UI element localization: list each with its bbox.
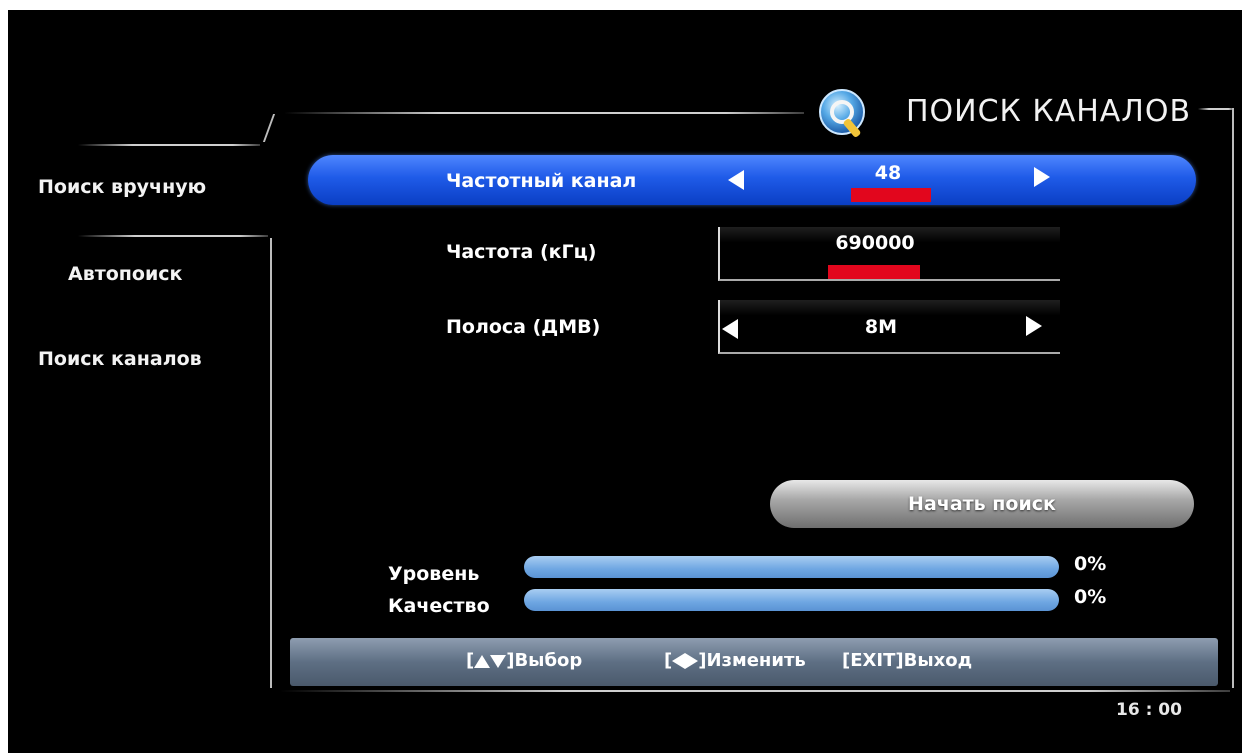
help-change-open: [ bbox=[664, 650, 673, 671]
frame-line-left-top bbox=[78, 144, 260, 146]
help-select: [ ]Выбор bbox=[466, 650, 582, 671]
start-search-button[interactable]: Начать поиск bbox=[770, 480, 1194, 528]
help-exit: [EXIT]Выход bbox=[842, 650, 973, 671]
bandwidth-label: Полоса (ДМВ) bbox=[446, 316, 601, 338]
channel-label: Частотный канал bbox=[446, 170, 637, 192]
tv-screen: ПОИСК КАНАЛОВ Поиск вручную Автопоиск По… bbox=[8, 10, 1242, 753]
down-arrow-icon bbox=[490, 654, 507, 668]
level-percent: 0% bbox=[1074, 553, 1107, 575]
left-arrow-icon bbox=[672, 653, 686, 669]
clock: 16 : 00 bbox=[1116, 700, 1182, 720]
level-meter bbox=[524, 556, 1059, 578]
right-arrow-icon bbox=[685, 653, 699, 669]
search-magnifier-icon bbox=[819, 89, 865, 138]
frequency-value: 690000 bbox=[835, 232, 915, 254]
frame-line-top bbox=[284, 112, 804, 114]
quality-percent: 0% bbox=[1074, 586, 1107, 608]
help-change-label: ]Изменить bbox=[698, 650, 806, 671]
bandwidth-next-arrow-icon[interactable] bbox=[1026, 316, 1042, 336]
up-arrow-icon bbox=[474, 654, 491, 668]
frame-line-top-right bbox=[1198, 108, 1234, 110]
channel-next-arrow-icon[interactable] bbox=[1034, 167, 1050, 187]
frame-line-bottom bbox=[280, 690, 1230, 692]
sidebar-item-channel-search[interactable]: Поиск каналов bbox=[38, 348, 202, 370]
quality-meter bbox=[524, 589, 1059, 611]
quality-label: Качество bbox=[388, 595, 490, 617]
channel-marker bbox=[851, 188, 931, 202]
frame-corner-top bbox=[262, 114, 276, 142]
help-change: [ ]Изменить bbox=[664, 650, 806, 671]
frequency-label: Частота (кГц) bbox=[446, 241, 597, 263]
frame-line-right bbox=[1232, 108, 1234, 688]
frequency-marker bbox=[828, 265, 920, 279]
help-bar: [ ]Выбор [ ]Изменить [EXIT]Выход bbox=[290, 638, 1218, 686]
page-title: ПОИСК КАНАЛОВ bbox=[906, 94, 1192, 129]
help-select-label: ]Выбор bbox=[506, 650, 583, 671]
channel-value: 48 bbox=[874, 162, 902, 184]
level-label: Уровень bbox=[388, 563, 480, 585]
sidebar-item-auto-search[interactable]: Автопоиск bbox=[68, 263, 182, 285]
frame-line-left-mid bbox=[78, 235, 268, 237]
bandwidth-value: 8M bbox=[864, 316, 898, 338]
bandwidth-prev-arrow-icon[interactable] bbox=[722, 319, 738, 339]
channel-prev-arrow-icon[interactable] bbox=[728, 170, 744, 190]
sidebar-item-manual-search[interactable]: Поиск вручную bbox=[38, 176, 206, 198]
help-select-open: [ bbox=[466, 650, 475, 671]
frame-line-left bbox=[270, 238, 272, 688]
row-frequency-channel[interactable] bbox=[308, 155, 1196, 205]
